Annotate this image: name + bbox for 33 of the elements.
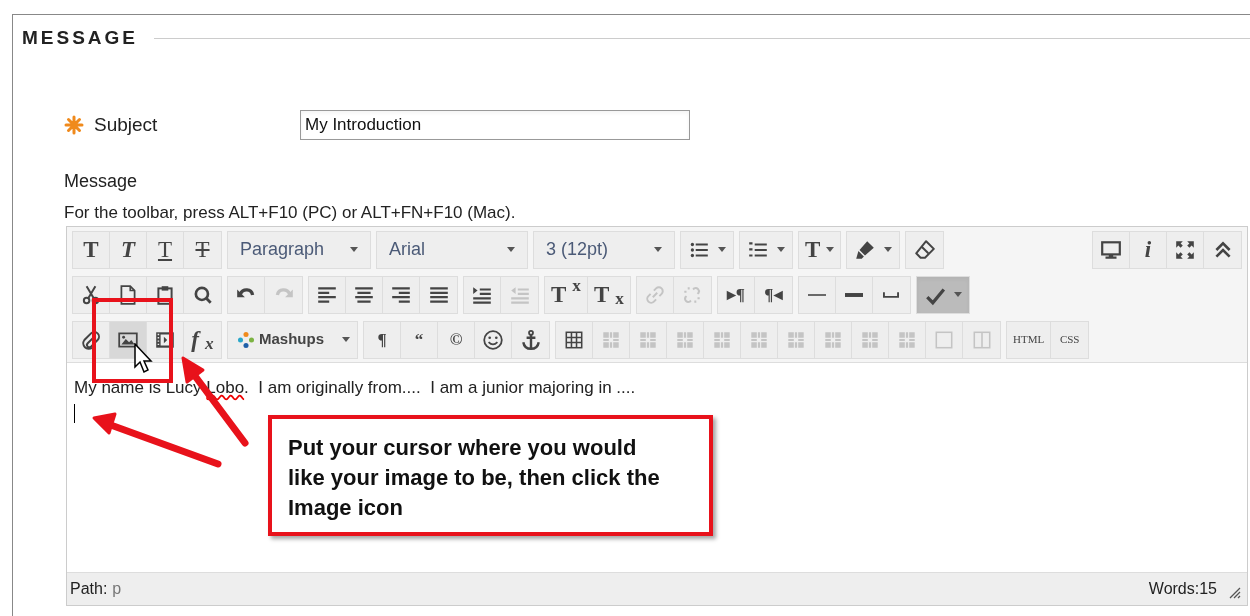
message-label: Message [64, 170, 139, 193]
subject-field[interactable]: My Introduction [300, 110, 690, 140]
link-icon [643, 283, 666, 306]
horizontal-line-icon [807, 293, 826, 296]
annotation-callout: Put your cursor where you would like your image to be, then click the Image icon [268, 415, 713, 536]
thick-line-icon [844, 292, 863, 297]
eraser-icon [913, 238, 936, 261]
scissors-icon [80, 283, 102, 306]
resize-grip-icon[interactable] [1229, 587, 1241, 599]
path-value: p [112, 579, 122, 599]
smiley-icon [482, 328, 504, 351]
paperclip-icon [80, 328, 102, 351]
toolbar-button[interactable] [916, 276, 969, 313]
path-label: Path: [70, 579, 108, 599]
fullscreen-icon [1174, 238, 1196, 261]
subject-label: Subject [94, 112, 159, 137]
caret-icon [953, 292, 962, 297]
toolbar-hint: For the toolbar, press ALT+F10 (PC) or ALT+FN+F10 (Mac). [64, 202, 516, 224]
highlighter-icon [854, 238, 877, 261]
monitor-icon [1100, 238, 1122, 261]
section-title: MESSAGE [22, 26, 140, 50]
caret-icon [884, 247, 893, 252]
caret-icon [718, 247, 726, 252]
caret-icon [342, 337, 350, 342]
space-icon [883, 291, 900, 298]
caret-icon [350, 247, 358, 252]
caret-icon [654, 247, 662, 252]
caret-icon [777, 247, 785, 252]
caret-icon [826, 247, 835, 252]
anchor-icon [519, 328, 542, 351]
caret-icon [507, 247, 515, 252]
clipboard-icon [154, 283, 176, 306]
word-count: Words:15 [1148, 579, 1217, 599]
